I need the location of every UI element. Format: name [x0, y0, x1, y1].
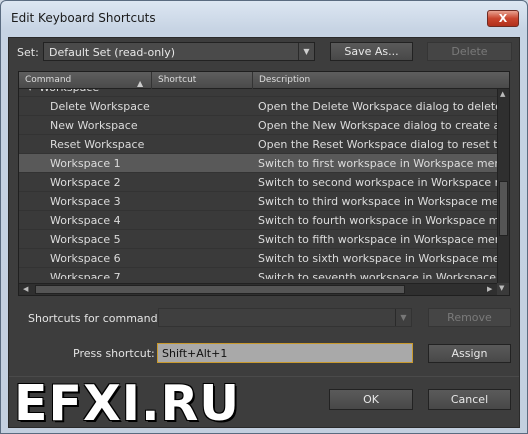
table-row[interactable]: Workspace 4 Switch to fourth workspace in…	[19, 211, 497, 230]
column-header-command[interactable]: Command ▲	[19, 72, 152, 89]
shortcuts-for-command-dropdown[interactable]: ▼	[158, 308, 412, 327]
group-row-workspace[interactable]: ▼ Workspace	[19, 89, 497, 97]
table-row[interactable]: Reset Workspace Open the Reset Workspace …	[19, 135, 497, 154]
command-cell: Workspace 1	[50, 157, 121, 170]
collapse-triangle-icon[interactable]: ▼	[27, 89, 33, 97]
press-shortcut-label: Press shortcut:	[73, 347, 155, 360]
description-cell: Switch to fourth workspace in Workspace …	[258, 214, 497, 227]
title-bar: Edit Keyboard Shortcuts X	[1, 1, 527, 35]
window-title: Edit Keyboard Shortcuts	[11, 11, 156, 25]
set-dropdown-value: Default Set (read-only)	[49, 46, 176, 59]
table-row[interactable]: Workspace 2 Switch to second workspace in…	[19, 173, 497, 192]
command-cell: New Workspace	[50, 119, 138, 132]
table-body: ▼ Workspace Delete Workspace Open the Del…	[19, 89, 497, 279]
dialog-window: Edit Keyboard Shortcuts X Set: Default S…	[0, 0, 528, 434]
command-cell: Workspace 2	[50, 176, 121, 189]
shortcuts-for-command-label: Shortcuts for command:	[28, 312, 162, 325]
horizontal-scrollbar[interactable]: ◀ ▶	[19, 283, 497, 295]
table-row[interactable]: Delete Workspace Open the Delete Workspac…	[19, 97, 497, 116]
table-row[interactable]: Workspace 3 Switch to third workspace in …	[19, 192, 497, 211]
remove-button[interactable]: Remove	[428, 308, 511, 327]
description-cell: Open the New Workspace dialog to create …	[258, 119, 497, 132]
command-cell: Workspace 5	[50, 233, 121, 246]
command-cell: Workspace 4	[50, 214, 121, 227]
watermark-text: EFXI.RU	[14, 375, 241, 432]
vertical-scrollbar[interactable]: ▲	[497, 89, 509, 283]
description-cell: Switch to fifth workspace in Workspace m…	[258, 233, 497, 246]
command-cell: Delete Workspace	[50, 100, 150, 113]
scroll-left-icon[interactable]: ◀	[23, 285, 28, 293]
vertical-scroll-thumb[interactable]	[499, 181, 508, 236]
column-header-description[interactable]: Description	[253, 72, 509, 89]
description-cell: Switch to sixth workspace in Workspace m…	[258, 252, 497, 265]
save-as-button[interactable]: Save As...	[330, 42, 413, 61]
table-row[interactable]: Workspace 5 Switch to fifth workspace in …	[19, 230, 497, 249]
delete-button[interactable]: Delete	[427, 42, 512, 61]
scroll-corner: ▼	[497, 283, 509, 295]
close-button[interactable]: X	[487, 10, 519, 27]
set-label: Set:	[17, 46, 39, 59]
table-row[interactable]: New Workspace Open the New Workspace dial…	[19, 116, 497, 135]
column-header-command-label: Command	[25, 75, 72, 85]
scroll-down-icon[interactable]: ▼	[499, 284, 504, 292]
ok-button[interactable]: OK	[329, 389, 413, 410]
description-cell: Open the Delete Workspace dialog to dele…	[258, 100, 497, 113]
dialog-client-area: Set: Default Set (read-only) ▼ Save As..…	[8, 37, 520, 432]
command-cell: Workspace 3	[50, 195, 121, 208]
description-cell: Open the Reset Workspace dialog to reset…	[258, 138, 497, 151]
assign-button[interactable]: Assign	[428, 344, 511, 363]
horizontal-scroll-thumb[interactable]	[35, 285, 405, 294]
group-label: Workspace	[39, 89, 99, 97]
table-row[interactable]: Workspace 7 Switch to seventh workspace i…	[19, 268, 497, 279]
description-cell: Switch to first workspace in Workspace m…	[258, 157, 497, 170]
press-shortcut-input[interactable]: Shift+Alt+1	[157, 343, 413, 363]
description-cell: Switch to second workspace in Workspace …	[258, 176, 497, 189]
cancel-button[interactable]: Cancel	[428, 389, 511, 410]
chevron-down-icon: ▼	[298, 43, 314, 60]
chevron-down-icon: ▼	[395, 309, 411, 326]
press-shortcut-value: Shift+Alt+1	[162, 347, 228, 360]
description-cell: Switch to third workspace in Workspace m…	[258, 195, 497, 208]
table-row[interactable]: Workspace 1 Switch to first workspace in …	[19, 154, 497, 173]
scroll-up-icon[interactable]: ▲	[500, 90, 505, 98]
table-row[interactable]: Workspace 6 Switch to sixth workspace in …	[19, 249, 497, 268]
column-header-shortcut[interactable]: Shortcut	[152, 72, 253, 89]
table-header: Command ▲ Shortcut Description	[19, 72, 509, 89]
set-dropdown[interactable]: Default Set (read-only) ▼	[43, 42, 315, 61]
command-cell: Workspace 7	[50, 271, 121, 279]
scroll-right-icon[interactable]: ▶	[487, 285, 492, 293]
description-cell: Switch to seventh workspace in Workspace…	[258, 271, 497, 279]
command-cell: Reset Workspace	[50, 138, 145, 151]
shortcuts-table: Command ▲ Shortcut Description ▼ Workspa…	[18, 71, 510, 296]
command-cell: Workspace 6	[50, 252, 121, 265]
